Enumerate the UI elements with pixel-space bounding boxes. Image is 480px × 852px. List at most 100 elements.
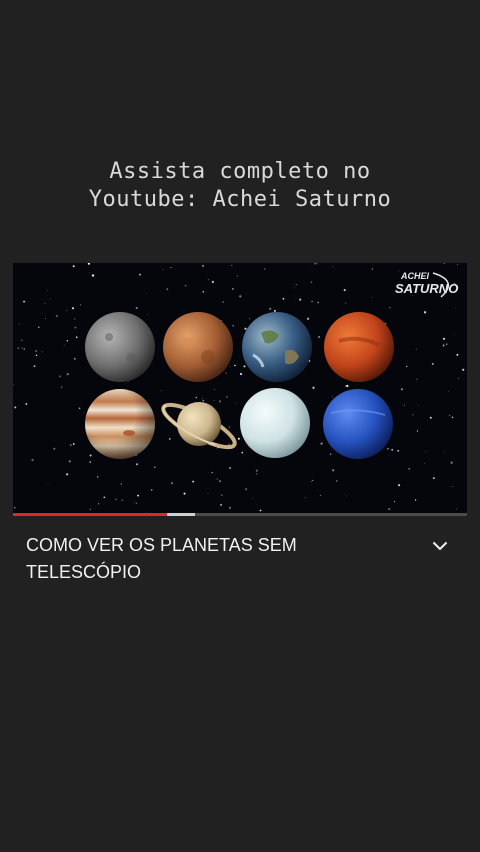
star — [121, 499, 123, 501]
video-title[interactable]: COMO VER OS PLANETAS SEM TELESCÓPIO — [26, 532, 406, 586]
star — [195, 396, 197, 399]
star — [216, 478, 218, 480]
star — [25, 402, 28, 405]
star — [69, 444, 72, 447]
star — [89, 272, 90, 273]
star — [207, 279, 209, 281]
star — [89, 454, 92, 457]
star — [311, 481, 312, 482]
star — [169, 438, 171, 440]
star — [259, 509, 262, 512]
video-player[interactable]: ACHEI SATURNO — [13, 263, 467, 513]
star — [343, 289, 346, 292]
star — [72, 265, 75, 268]
star — [202, 265, 204, 267]
progress-buffered — [167, 513, 195, 516]
expand-description-button[interactable] — [428, 536, 452, 558]
star — [389, 306, 391, 309]
star — [310, 281, 313, 283]
star — [244, 327, 247, 330]
star — [232, 325, 234, 327]
star — [66, 473, 69, 476]
star — [89, 461, 92, 463]
star — [41, 351, 43, 353]
star — [319, 494, 321, 496]
star — [449, 414, 451, 416]
star — [312, 479, 314, 481]
star — [47, 482, 49, 484]
star — [393, 500, 396, 503]
star — [388, 508, 391, 511]
star — [371, 296, 373, 298]
star — [412, 414, 414, 416]
star — [252, 498, 254, 500]
star — [33, 365, 36, 368]
star — [231, 264, 233, 266]
star — [269, 307, 272, 310]
star — [346, 384, 349, 388]
star — [135, 502, 138, 504]
planet-uranus — [240, 388, 310, 458]
star — [462, 368, 465, 371]
star — [44, 303, 46, 304]
planet-mercury — [85, 312, 155, 382]
star — [220, 494, 223, 496]
star — [74, 326, 77, 329]
star — [332, 396, 334, 398]
star — [13, 506, 16, 509]
star — [228, 426, 231, 428]
star — [414, 499, 417, 501]
star — [332, 469, 335, 472]
star — [424, 462, 425, 464]
star — [202, 399, 205, 402]
planet-venus — [163, 312, 233, 382]
star — [225, 372, 227, 374]
star — [293, 298, 295, 299]
star — [161, 390, 163, 391]
star — [444, 451, 445, 453]
star — [398, 270, 400, 272]
star — [387, 448, 389, 450]
star — [35, 354, 38, 357]
star — [154, 466, 156, 468]
planet-neptune — [323, 389, 393, 459]
star — [415, 348, 417, 350]
star — [264, 268, 266, 270]
star — [403, 404, 406, 406]
star — [391, 448, 394, 451]
star — [97, 503, 100, 505]
star — [127, 381, 129, 382]
star — [423, 311, 427, 314]
chevron-down-icon — [433, 542, 447, 550]
star — [226, 395, 228, 398]
star — [96, 476, 99, 478]
star — [145, 293, 147, 295]
star — [442, 344, 445, 347]
star — [73, 357, 76, 360]
star — [66, 309, 68, 312]
video-page: Assista completo no Youtube: Achei Satur… — [0, 0, 480, 852]
star — [425, 450, 427, 452]
star — [332, 266, 334, 268]
star — [239, 372, 243, 376]
star — [317, 301, 319, 304]
watermark-top: ACHEI — [400, 271, 430, 281]
star — [213, 389, 215, 390]
star — [20, 339, 23, 342]
star — [295, 283, 297, 286]
star — [416, 378, 418, 380]
video-progress-bar[interactable] — [13, 513, 467, 516]
star — [239, 295, 242, 298]
progress-played — [13, 513, 168, 516]
star — [454, 334, 455, 335]
star — [17, 347, 20, 350]
star — [44, 317, 46, 319]
star — [306, 317, 310, 320]
star — [31, 458, 34, 462]
star — [229, 467, 231, 469]
star — [256, 473, 258, 475]
star — [120, 483, 123, 485]
star — [115, 498, 117, 500]
star — [312, 386, 315, 389]
star — [75, 336, 78, 339]
